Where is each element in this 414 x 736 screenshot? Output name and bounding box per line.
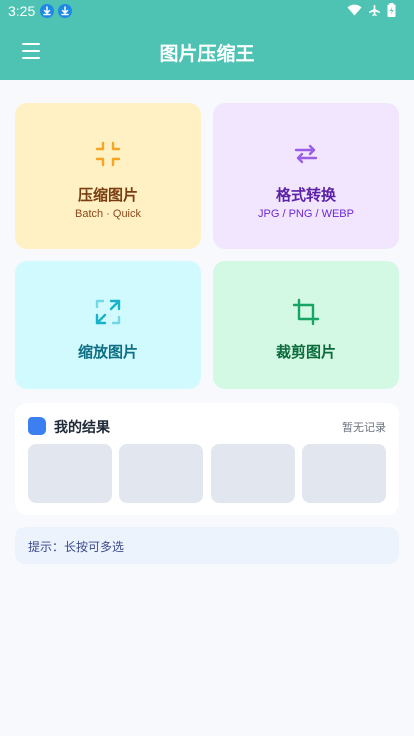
result-thumbnail-placeholder (211, 444, 295, 503)
card-title: 格式转换 (275, 186, 336, 204)
tip-banner: 提示：长按可多选 (15, 527, 399, 564)
result-thumbnail-placeholder (119, 444, 203, 503)
card-subtitle: JPG / PNG / WEBP (258, 208, 354, 220)
resize-image-card[interactable]: 缩放图片 (15, 261, 201, 389)
convert-icon (294, 144, 318, 164)
card-subtitle: Batch · Quick (74, 208, 142, 220)
crop-icon (292, 298, 320, 326)
compress-icon (95, 141, 121, 167)
card-title: 缩放图片 (77, 343, 138, 361)
result-thumbnail-placeholder (28, 444, 112, 503)
results-title: 我的结果 (54, 420, 110, 436)
status-bar: 3:25 (0, 0, 414, 22)
result-thumbnail-placeholder (302, 444, 386, 503)
tip-text: 提示：长按可多选 (28, 540, 125, 554)
download-notification-icon (58, 4, 72, 18)
compress-image-card[interactable]: 压缩图片 Batch · Quick (15, 103, 201, 249)
results-empty-label: 暂无记录 (342, 421, 386, 434)
airplane-mode-icon (369, 4, 380, 16)
battery-icon (387, 3, 396, 17)
format-convert-card[interactable]: 格式转换 JPG / PNG / WEBP (213, 103, 399, 249)
app-bar: 图片压缩王 (0, 22, 414, 80)
wifi-icon (347, 4, 362, 16)
resize-icon (95, 299, 121, 325)
app-title: 图片压缩王 (159, 43, 255, 65)
download-notification-icon (40, 4, 54, 18)
card-title: 压缩图片 (77, 186, 138, 204)
status-time: 3:25 (8, 3, 36, 19)
folder-icon (28, 417, 46, 435)
results-panel: 我的结果 暂无记录 (15, 403, 399, 515)
card-title: 裁剪图片 (275, 343, 336, 361)
crop-image-card[interactable]: 裁剪图片 (213, 261, 399, 389)
